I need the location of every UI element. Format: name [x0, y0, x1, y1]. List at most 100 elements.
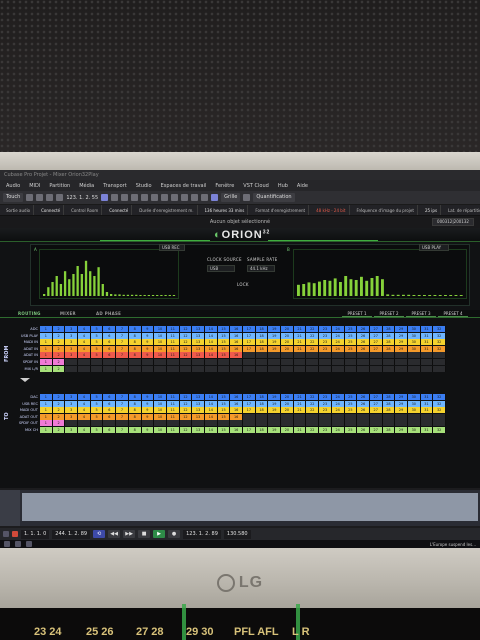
- routing-cell[interactable]: [243, 365, 256, 372]
- routing-cell[interactable]: [268, 365, 282, 372]
- routing-cell[interactable]: 28: [382, 427, 396, 433]
- glue-tool-icon[interactable]: [131, 194, 139, 201]
- routing-cell[interactable]: 28: [382, 332, 396, 339]
- pointer-tool-icon[interactable]: [101, 194, 109, 201]
- routing-cell[interactable]: 2: [52, 420, 66, 427]
- routing-cell[interactable]: 10: [154, 326, 167, 332]
- routing-cell[interactable]: [433, 413, 446, 420]
- routing-cell[interactable]: 1: [40, 352, 53, 359]
- routing-cell[interactable]: 30: [407, 400, 421, 407]
- routing-cell[interactable]: 9: [141, 345, 155, 352]
- routing-cell[interactable]: 20: [281, 326, 294, 332]
- routing-cell[interactable]: 2: [52, 326, 66, 332]
- routing-cell[interactable]: 19: [268, 326, 282, 332]
- routing-cell[interactable]: 14: [204, 326, 218, 332]
- taskbar-browser-icon[interactable]: [15, 541, 21, 547]
- routing-cell[interactable]: 26: [357, 326, 370, 332]
- routing-cell[interactable]: [319, 359, 332, 365]
- routing-cell[interactable]: [331, 413, 345, 420]
- routing-cell[interactable]: 32: [433, 407, 446, 414]
- routing-cell[interactable]: [369, 420, 383, 427]
- routing-cell[interactable]: 3: [65, 394, 79, 400]
- routing-cell[interactable]: [141, 365, 155, 372]
- routing-cell[interactable]: 16: [230, 427, 243, 433]
- routing-cell[interactable]: 20: [281, 345, 294, 352]
- routing-cell[interactable]: [331, 352, 345, 359]
- routing-cell[interactable]: 29: [395, 339, 408, 346]
- routing-cell[interactable]: [141, 359, 155, 365]
- routing-cell[interactable]: 15: [217, 427, 231, 433]
- routing-cell[interactable]: 6: [103, 400, 117, 407]
- routing-cell[interactable]: [357, 413, 370, 420]
- routing-cell[interactable]: 7: [116, 427, 129, 433]
- routing-cell[interactable]: 30: [407, 339, 421, 346]
- routing-cell[interactable]: 7: [116, 394, 129, 400]
- routing-cell[interactable]: [243, 420, 256, 427]
- routing-cell[interactable]: [204, 420, 218, 427]
- routing-cell[interactable]: 11: [166, 427, 180, 433]
- routing-cell[interactable]: 6: [103, 413, 117, 420]
- routing-cell[interactable]: [255, 413, 269, 420]
- routing-cell[interactable]: 22: [306, 326, 320, 332]
- routing-cell[interactable]: 2: [52, 400, 66, 407]
- quantize-icon[interactable]: [243, 194, 251, 201]
- routing-cell[interactable]: 8: [128, 352, 142, 359]
- routing-cell[interactable]: [78, 420, 91, 427]
- routing-cell[interactable]: 25: [344, 427, 358, 433]
- routing-cell[interactable]: 9: [141, 407, 155, 414]
- routing-cell[interactable]: [103, 359, 117, 365]
- routing-cell[interactable]: 15: [217, 326, 231, 332]
- routing-cell[interactable]: 7: [116, 339, 129, 346]
- routing-cell[interactable]: 26: [357, 345, 370, 352]
- routing-cell[interactable]: [357, 365, 370, 372]
- routing-cell[interactable]: 14: [204, 400, 218, 407]
- menu-item[interactable]: Audio: [6, 183, 20, 189]
- routing-cell[interactable]: 1: [40, 407, 53, 414]
- routing-cell[interactable]: [154, 365, 167, 372]
- routing-cell[interactable]: 31: [420, 394, 434, 400]
- routing-cell[interactable]: 6: [103, 427, 117, 433]
- routing-cell[interactable]: 9: [141, 400, 155, 407]
- routing-cell[interactable]: 28: [382, 407, 396, 414]
- routing-cell[interactable]: 4: [78, 326, 91, 332]
- routing-cell[interactable]: 19: [268, 400, 282, 407]
- routing-cell[interactable]: [407, 359, 421, 365]
- routing-cell[interactable]: 12: [179, 407, 193, 414]
- routing-cell[interactable]: [395, 365, 408, 372]
- routing-cell[interactable]: [395, 420, 408, 427]
- routing-cell[interactable]: 15: [217, 332, 231, 339]
- routing-cell[interactable]: [306, 359, 320, 365]
- routing-cell[interactable]: 32: [433, 345, 446, 352]
- taskbar-folder-icon[interactable]: [26, 541, 32, 547]
- routing-cell[interactable]: 12: [179, 394, 193, 400]
- preset-2-button[interactable]: PRESET 2: [374, 310, 404, 317]
- routing-cell[interactable]: 13: [192, 332, 205, 339]
- meter-b-source-select[interactable]: USB PLAY: [419, 244, 449, 251]
- routing-cell[interactable]: 9: [141, 352, 155, 359]
- routing-cell[interactable]: 1: [40, 365, 53, 372]
- routing-cell[interactable]: 12: [179, 413, 193, 420]
- forward-button[interactable]: ▶▶: [123, 530, 136, 538]
- routing-cell[interactable]: [433, 359, 446, 365]
- routing-cell[interactable]: [407, 413, 421, 420]
- routing-cell[interactable]: 29: [395, 332, 408, 339]
- routing-cell[interactable]: 2: [52, 359, 66, 365]
- routing-cell[interactable]: [204, 359, 218, 365]
- play-tool-icon[interactable]: [191, 194, 199, 201]
- routing-cell[interactable]: 8: [128, 326, 142, 332]
- menu-item[interactable]: Média: [79, 183, 94, 189]
- routing-cell[interactable]: 27: [369, 394, 383, 400]
- menu-item[interactable]: Transport: [103, 183, 126, 189]
- routing-cell[interactable]: 3: [65, 352, 79, 359]
- routing-cell[interactable]: [243, 352, 256, 359]
- routing-cell[interactable]: 24: [331, 345, 345, 352]
- routing-cell[interactable]: [255, 365, 269, 372]
- routing-cell[interactable]: 11: [166, 326, 180, 332]
- routing-cell[interactable]: [230, 359, 243, 365]
- routing-cell[interactable]: 19: [268, 332, 282, 339]
- routing-cell[interactable]: 29: [395, 400, 408, 407]
- routing-cell[interactable]: 14: [204, 427, 218, 433]
- routing-cell[interactable]: 13: [192, 345, 205, 352]
- routing-cell[interactable]: 20: [281, 407, 294, 414]
- routing-cell[interactable]: 10: [154, 400, 167, 407]
